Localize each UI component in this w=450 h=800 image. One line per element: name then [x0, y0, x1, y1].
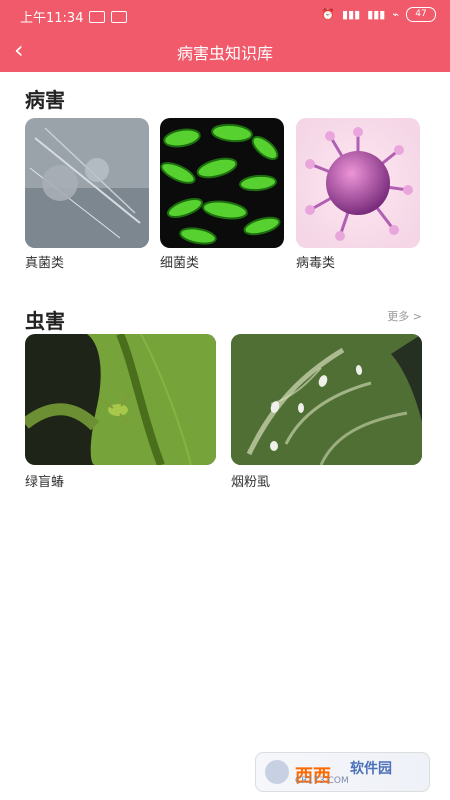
signal-icon: ▮▮▮ [342, 8, 361, 21]
notification-icon [111, 10, 128, 23]
wifi-icon: ⌁ [392, 8, 399, 21]
status-time: 上午11:34 [20, 11, 84, 26]
status-left: 上午11:34 [20, 7, 128, 26]
fungus-image [25, 118, 149, 248]
logo-icon [265, 760, 289, 784]
whitefly-image [231, 334, 422, 465]
status-right: ⏰ ▮▮▮ ▮▮▮ ⌁ 47 [321, 7, 436, 22]
app-header: 上午11:34 ⏰ ▮▮▮ ▮▮▮ ⌁ 47 ‹ 病害虫知识库 [0, 0, 450, 72]
title-bar: ‹ 病害虫知识库 [0, 30, 450, 72]
green-mirid-label: 绿盲蝽 [25, 475, 65, 490]
watermark-right-text: 软件园 [350, 761, 392, 777]
whitefly-label: 烟粉虱 [231, 475, 271, 490]
signal-icon-2: ▮▮▮ [367, 8, 386, 21]
whitefly-card[interactable]: 烟粉虱 [231, 334, 422, 490]
page-title: 病害虫知识库 [176, 44, 273, 63]
main-content: 病害 真菌类 细菌类 病毒类 虫害 更多 > 绿盲蝽 烟粉虱 西西 软件园 CR… [0, 72, 450, 800]
fungus-card[interactable]: 真菌类 [25, 118, 149, 271]
bacteria-label: 细菌类 [160, 256, 200, 271]
more-link[interactable]: 更多 > [387, 308, 422, 324]
disease-section-title: 病害 [25, 88, 65, 112]
alarm-icon: ⏰ [321, 8, 336, 21]
fungus-label: 真菌类 [25, 256, 65, 271]
green-mirid-image [25, 334, 216, 465]
battery-icon: 47 [406, 7, 436, 22]
green-mirid-card[interactable]: 绿盲蝽 [25, 334, 216, 490]
message-icon [89, 10, 106, 23]
status-bar: 上午11:34 ⏰ ▮▮▮ ▮▮▮ ⌁ 47 [0, 0, 450, 30]
bacteria-card[interactable]: 细菌类 [160, 118, 284, 271]
virus-image [296, 118, 420, 248]
bacteria-image [160, 118, 284, 248]
site-watermark: 西西 软件园 CR173.COM [255, 752, 430, 792]
watermark-subtext: CR173.COM [295, 776, 349, 786]
pest-section-title: 虫害 [25, 309, 65, 333]
virus-card[interactable]: 病毒类 [296, 118, 420, 271]
virus-label: 病毒类 [296, 256, 336, 271]
